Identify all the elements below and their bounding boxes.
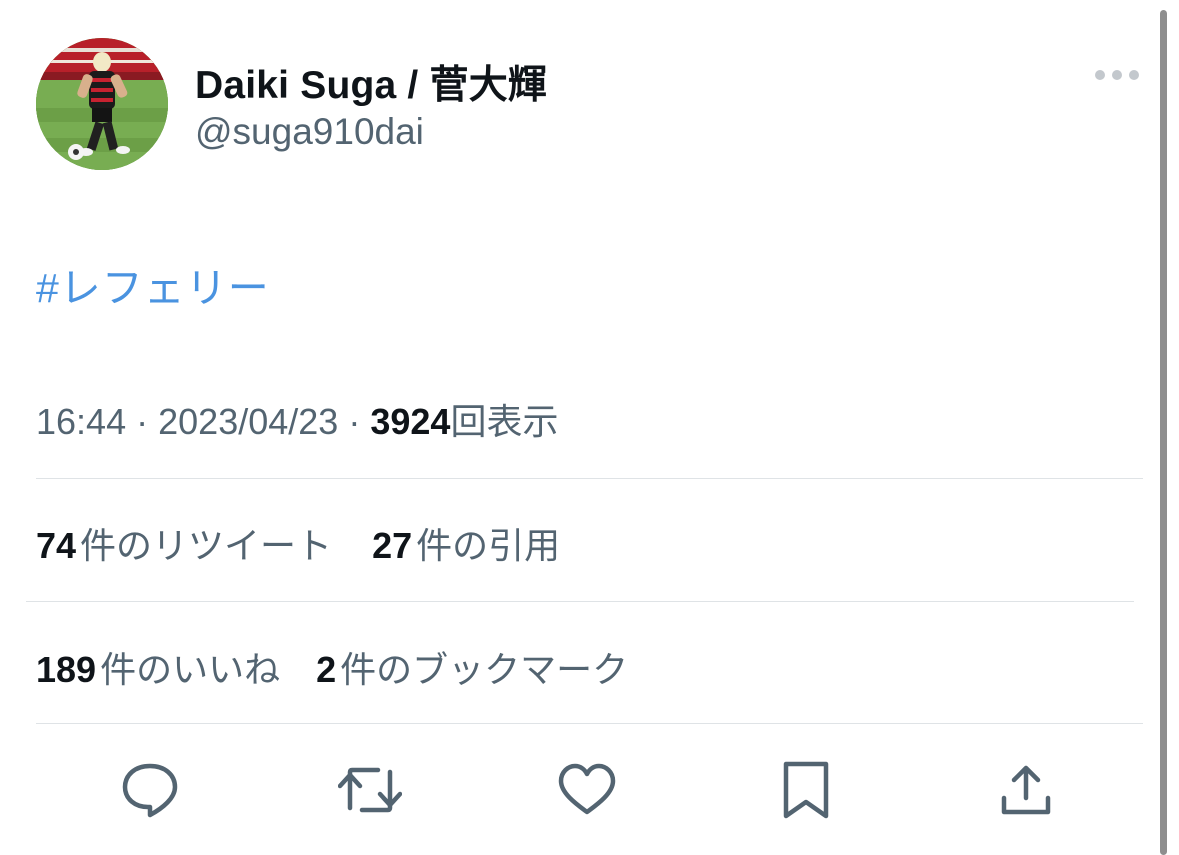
- retweets-label: 件のリツイート: [80, 525, 333, 566]
- meta-separator: ·: [136, 401, 149, 442]
- stats-row-shares: 74 件のリツイート 27 件の引用: [36, 517, 560, 569]
- tweet-hashtag-link[interactable]: #レフェリー: [36, 254, 270, 314]
- divider: [26, 601, 1134, 602]
- share-button[interactable]: [996, 760, 1056, 820]
- likes-count: 189: [36, 649, 97, 690]
- quotes-label: 件の引用: [416, 525, 561, 566]
- meta-separator: ·: [348, 401, 361, 442]
- divider: [36, 723, 1143, 724]
- more-dots-icon: [1095, 70, 1139, 80]
- scrollbar[interactable]: [1160, 10, 1167, 855]
- avatar[interactable]: [36, 38, 168, 170]
- likes-label: 件のいいね: [100, 649, 281, 690]
- bookmarks-label: 件のブックマーク: [340, 649, 629, 690]
- bookmark-button[interactable]: [776, 760, 836, 820]
- share-upload-icon: [1001, 765, 1051, 815]
- avatar-photo: [36, 38, 168, 170]
- divider: [36, 478, 1143, 479]
- reply-bubble-icon: [122, 763, 178, 818]
- views-label: 回表示: [450, 401, 559, 442]
- tweet-time[interactable]: 16:44: [36, 401, 126, 442]
- more-button[interactable]: [1092, 62, 1142, 88]
- tweet-date[interactable]: 2023/04/23: [158, 401, 338, 442]
- like-button[interactable]: [557, 760, 617, 820]
- retweet-arrows-icon: [337, 767, 403, 813]
- heart-icon: [558, 763, 616, 815]
- tweet-meta: 16:44 · 2023/04/23 · 3924回表示: [36, 393, 558, 445]
- bookmarks-count: 2: [316, 649, 337, 690]
- tweet-detail: Daiki Suga / 菅大輝 @suga910dai #レフェリー 16:4…: [0, 0, 1179, 855]
- bookmarks-stat[interactable]: 2 件のブックマーク: [316, 641, 628, 693]
- retweets-stat[interactable]: 74 件のリツイート: [36, 517, 332, 569]
- retweet-button[interactable]: [337, 760, 403, 820]
- stats-row-engagement: 189 件のいいね 2 件のブックマーク: [36, 641, 628, 693]
- reply-button[interactable]: [120, 760, 180, 820]
- likes-stat[interactable]: 189 件のいいね: [36, 641, 280, 693]
- bookmark-icon: [783, 761, 829, 819]
- views-count: 3924: [370, 401, 451, 442]
- author-handle[interactable]: @suga910dai: [195, 111, 424, 153]
- quotes-count: 27: [372, 525, 413, 566]
- retweets-count: 74: [36, 525, 77, 566]
- quotes-stat[interactable]: 27 件の引用: [372, 517, 560, 569]
- author-display-name[interactable]: Daiki Suga / 菅大輝: [195, 54, 547, 110]
